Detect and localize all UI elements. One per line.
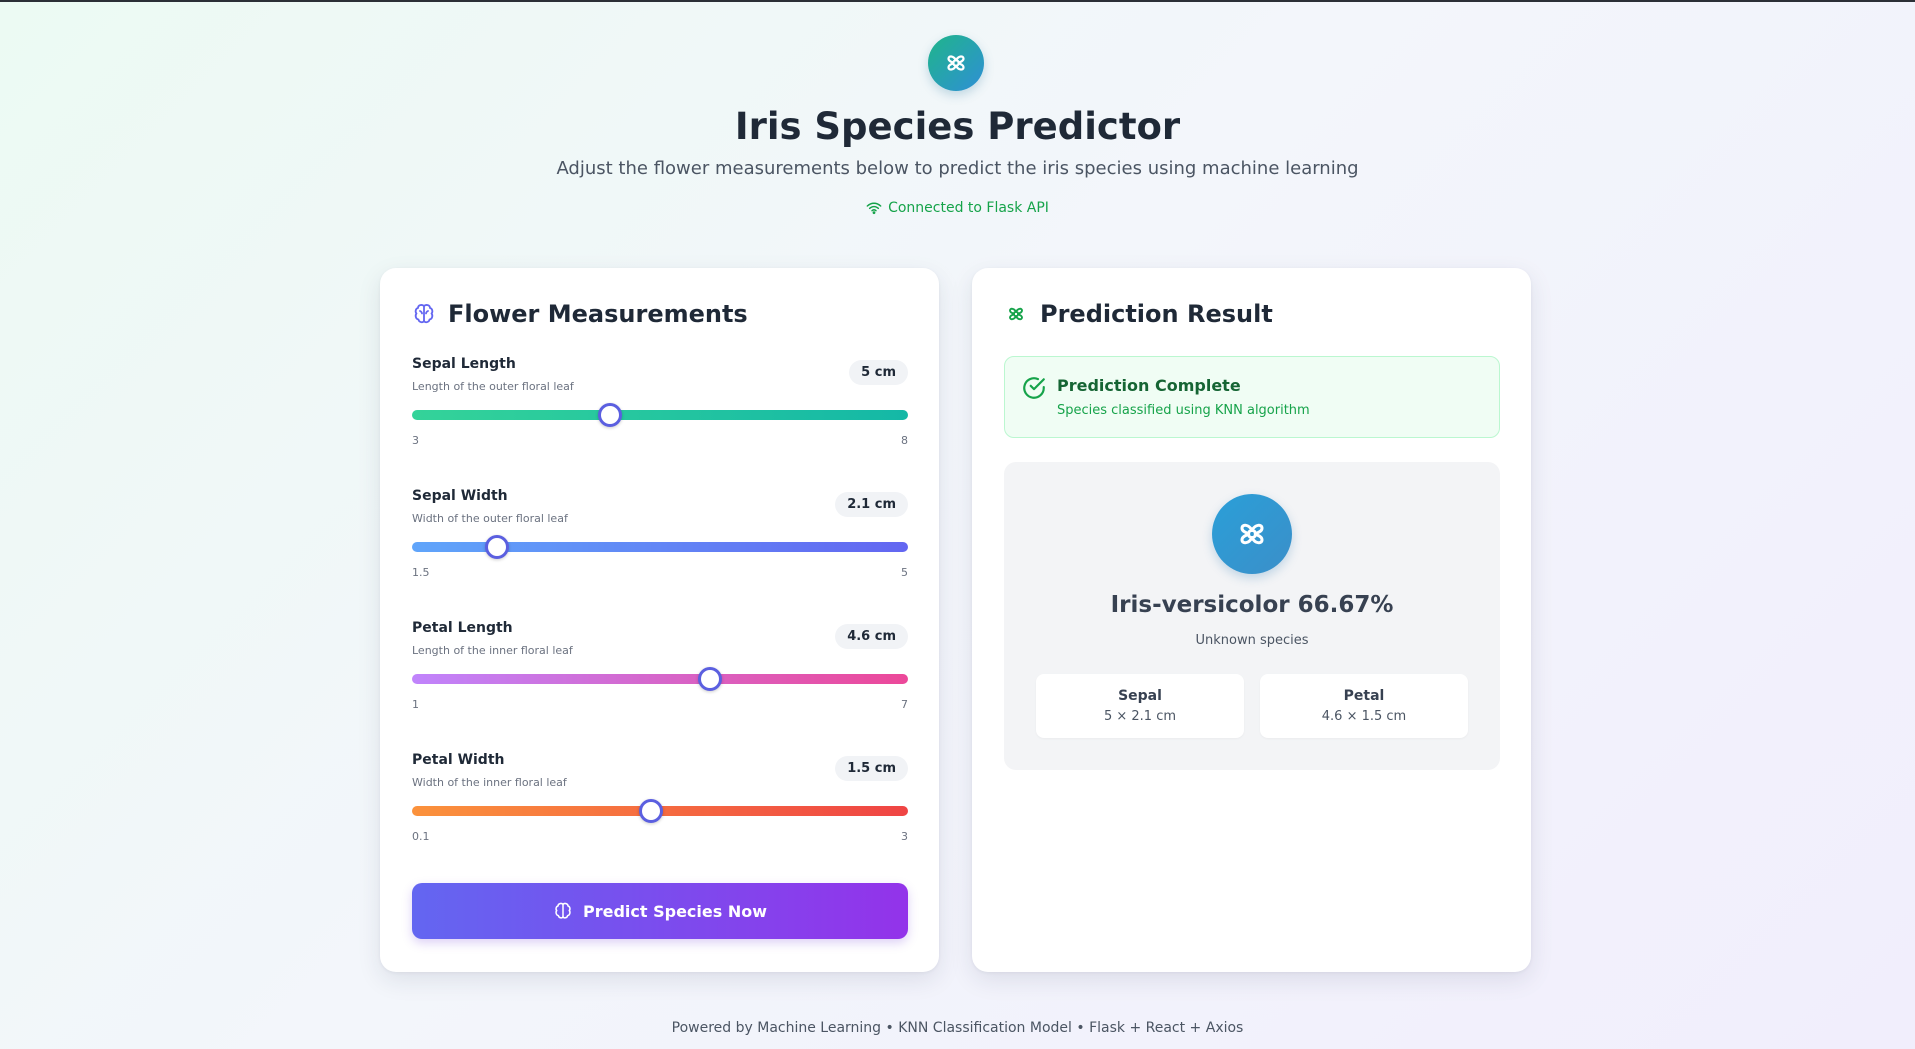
slider-max-label: 7 xyxy=(901,698,908,711)
sepal-dimensions-card: Sepal 5 × 2.1 cm xyxy=(1036,674,1244,738)
slider-description: Length of the inner floral leaf xyxy=(412,644,573,657)
brain-icon xyxy=(555,902,571,919)
slider-min-label: 1.5 xyxy=(412,566,430,579)
slider-min-label: 0.1 xyxy=(412,830,430,843)
measurements-card: Flower Measurements Sepal Length Length … xyxy=(380,268,939,972)
connection-status-text: Connected to Flask API xyxy=(888,200,1049,216)
slider-value-badge: 2.1 cm xyxy=(835,492,908,517)
species-result-panel: Iris-versicolor 66.67% Unknown species S… xyxy=(1004,462,1500,770)
wifi-icon xyxy=(866,202,882,215)
result-card: Prediction Result Prediction Complete Sp… xyxy=(972,268,1531,972)
measurements-card-title: Flower Measurements xyxy=(412,300,748,328)
slider-thumb[interactable] xyxy=(697,667,722,691)
predict-species-button[interactable]: Predict Species Now xyxy=(412,883,908,939)
petal-length-slider[interactable] xyxy=(412,667,908,691)
slider-thumb[interactable] xyxy=(485,535,510,559)
sepal-length-slider[interactable] xyxy=(412,403,908,427)
slider-value-badge: 4.6 cm xyxy=(835,624,908,649)
slider-label: Petal Width xyxy=(412,752,505,768)
status-subtitle: Species classified using KNN algorithm xyxy=(1057,403,1310,418)
slider-value-badge: 5 cm xyxy=(849,360,908,385)
result-card-title: Prediction Result xyxy=(1004,300,1273,328)
slider-max-label: 5 xyxy=(901,566,908,579)
slider-min-label: 1 xyxy=(412,698,419,711)
flower-icon xyxy=(1212,494,1292,574)
petal-value: 4.6 × 1.5 cm xyxy=(1321,709,1407,724)
status-title: Prediction Complete xyxy=(1057,376,1241,395)
sepal-label: Sepal xyxy=(1118,688,1162,704)
flower-icon xyxy=(1009,307,1023,321)
species-note: Unknown species xyxy=(1195,633,1309,648)
slider-description: Width of the inner floral leaf xyxy=(412,776,567,789)
measurements-title-text: Flower Measurements xyxy=(448,300,748,328)
slider-thumb[interactable] xyxy=(639,799,664,823)
slider-thumb[interactable] xyxy=(598,403,623,427)
sepal-value: 5 × 2.1 cm xyxy=(1103,709,1177,724)
prediction-status-box: Prediction Complete Species classified u… xyxy=(1004,356,1500,438)
check-circle-icon xyxy=(1023,377,1045,399)
slider-description: Width of the outer floral leaf xyxy=(412,512,568,525)
slider-description: Length of the outer floral leaf xyxy=(412,380,574,393)
page-subtitle: Adjust the flower measurements below to … xyxy=(556,158,1359,179)
brain-icon xyxy=(414,304,434,324)
slider-min-label: 3 xyxy=(412,434,419,447)
flower-logo-icon xyxy=(928,35,984,91)
predict-button-label: Predict Species Now xyxy=(582,901,767,921)
page-title: Iris Species Predictor xyxy=(734,105,1181,148)
slider-max-label: 8 xyxy=(901,434,908,447)
slider-max-label: 3 xyxy=(901,830,908,843)
connection-status: Connected to Flask API xyxy=(0,200,1915,216)
slider-value-badge: 1.5 cm xyxy=(835,756,908,781)
petal-width-slider[interactable] xyxy=(412,799,908,823)
sepal-width-slider[interactable] xyxy=(412,535,908,559)
petal-dimensions-card: Petal 4.6 × 1.5 cm xyxy=(1260,674,1468,738)
slider-label: Petal Length xyxy=(412,620,513,636)
result-title-text: Prediction Result xyxy=(1040,300,1273,328)
slider-label: Sepal Width xyxy=(412,488,508,504)
petal-label: Petal xyxy=(1343,688,1385,704)
predicted-species: Iris-versicolor 66.67% xyxy=(1110,592,1394,618)
page-footer: Powered by Machine Learning • KNN Classi… xyxy=(671,1020,1244,1036)
slider-label: Sepal Length xyxy=(412,356,516,372)
